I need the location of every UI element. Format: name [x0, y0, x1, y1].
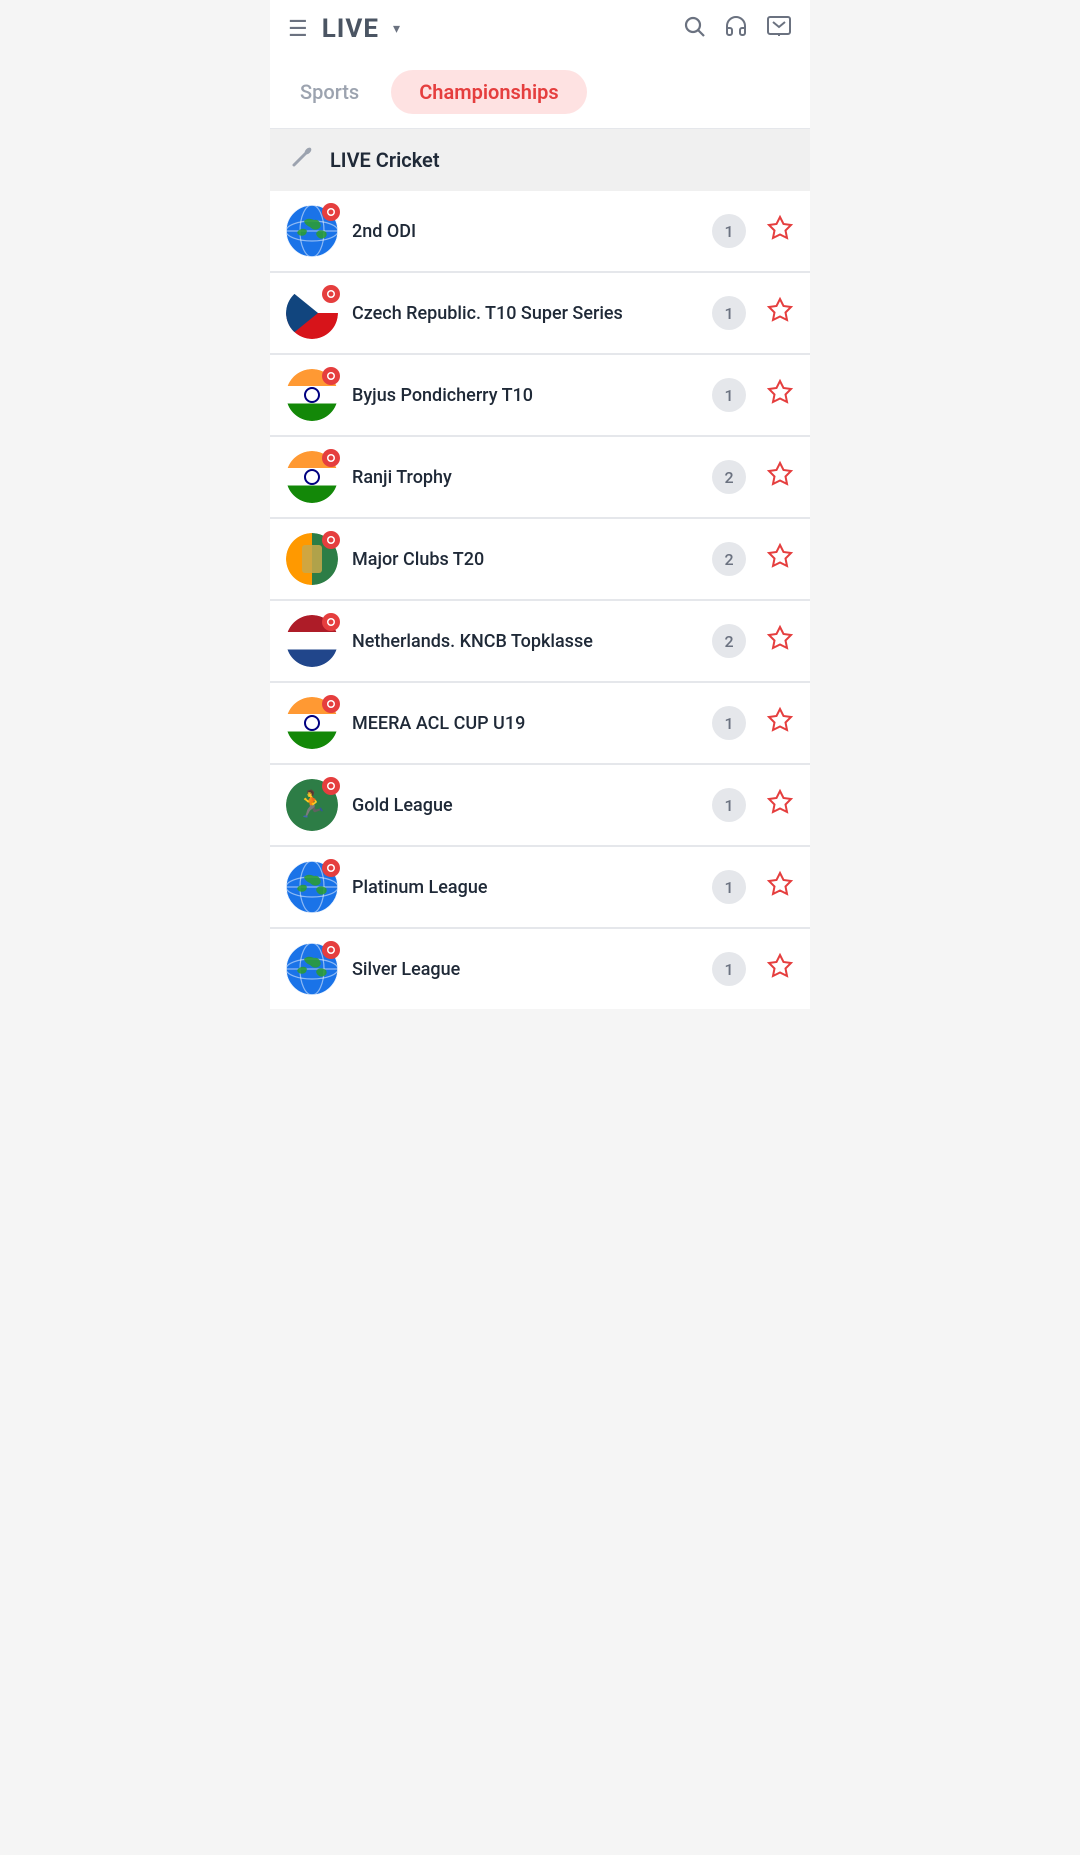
favorite-button[interactable] [766, 460, 794, 495]
search-button[interactable] [682, 14, 706, 44]
favorite-button[interactable] [766, 706, 794, 741]
item-name: Platinum League [352, 877, 698, 898]
cricket-icon [288, 143, 316, 177]
favorite-button[interactable] [766, 624, 794, 659]
flag-container [286, 533, 338, 585]
item-name: Gold League [352, 795, 698, 816]
tv-button[interactable] [766, 14, 792, 44]
list-item[interactable]: Czech Republic. T10 Super Series 1 [270, 273, 810, 353]
list-item[interactable]: Platinum League 1 [270, 847, 810, 927]
list-item[interactable]: Netherlands. KNCB Topklasse 2 [270, 601, 810, 681]
item-name: Byjus Pondicherry T10 [352, 385, 698, 406]
live-badge [322, 777, 340, 795]
favorite-button[interactable] [766, 542, 794, 577]
flag-container [286, 943, 338, 995]
count-badge: 1 [712, 870, 746, 904]
search-icon [682, 18, 706, 43]
list-item[interactable]: 🏃 Gold League 1 [270, 765, 810, 845]
favorite-button[interactable] [766, 952, 794, 987]
count-badge: 1 [712, 952, 746, 986]
count-badge: 1 [712, 706, 746, 740]
count-badge: 2 [712, 542, 746, 576]
favorite-button[interactable] [766, 296, 794, 331]
live-badge [322, 613, 340, 631]
live-badge [322, 859, 340, 877]
item-name: Netherlands. KNCB Topklasse [352, 631, 698, 652]
flag-container [286, 205, 338, 257]
count-badge: 1 [712, 788, 746, 822]
tabs: Sports Championships [270, 58, 810, 129]
count-badge: 2 [712, 624, 746, 658]
count-badge: 1 [712, 378, 746, 412]
flag-container [286, 861, 338, 913]
live-badge [322, 367, 340, 385]
chevron-down-icon: ▾ [393, 21, 400, 37]
item-name: Ranji Trophy [352, 467, 698, 488]
favorite-button[interactable] [766, 788, 794, 823]
section-title: LIVE Cricket [330, 148, 440, 172]
item-name: 2nd ODI [352, 221, 698, 242]
item-name: Major Clubs T20 [352, 549, 698, 570]
list-item[interactable]: Silver League 1 [270, 929, 810, 1009]
header: ☰ LIVE ▾ [270, 0, 810, 58]
header-title: LIVE [322, 14, 379, 44]
live-badge [322, 285, 340, 303]
headphone-icon [724, 18, 748, 43]
count-badge: 2 [712, 460, 746, 494]
live-badge [322, 203, 340, 221]
favorite-button[interactable] [766, 870, 794, 905]
list-item[interactable]: Byjus Pondicherry T10 1 [270, 355, 810, 435]
section-header: LIVE Cricket [270, 129, 810, 191]
live-badge [322, 449, 340, 467]
tv-icon [766, 18, 792, 43]
hamburger-button[interactable]: ☰ [288, 16, 308, 42]
headphone-button[interactable] [724, 14, 748, 44]
tab-championships[interactable]: Championships [391, 70, 586, 114]
tab-sports[interactable]: Sports [288, 74, 371, 110]
count-badge: 1 [712, 214, 746, 248]
item-name: Czech Republic. T10 Super Series [352, 303, 698, 324]
flag-container: 🏃 [286, 779, 338, 831]
flag-container [286, 697, 338, 749]
live-badge [322, 531, 340, 549]
flag-container [286, 451, 338, 503]
favorite-button[interactable] [766, 214, 794, 249]
flag-container [286, 615, 338, 667]
live-badge [322, 941, 340, 959]
live-badge [322, 695, 340, 713]
list-item[interactable]: 2nd ODI 1 [270, 191, 810, 271]
hamburger-icon: ☰ [288, 16, 308, 41]
header-icons [682, 14, 792, 44]
list-item[interactable]: Major Clubs T20 2 [270, 519, 810, 599]
list-item[interactable]: MEERA ACL CUP U19 1 [270, 683, 810, 763]
flag-container [286, 369, 338, 421]
header-left: ☰ LIVE ▾ [288, 14, 400, 44]
item-name: MEERA ACL CUP U19 [352, 713, 698, 734]
count-badge: 1 [712, 296, 746, 330]
cricket-list: 2nd ODI 1 Czech Republic. T10 Super Seri… [270, 191, 810, 1009]
item-name: Silver League [352, 959, 698, 980]
favorite-button[interactable] [766, 378, 794, 413]
list-item[interactable]: Ranji Trophy 2 [270, 437, 810, 517]
flag-container [286, 287, 338, 339]
